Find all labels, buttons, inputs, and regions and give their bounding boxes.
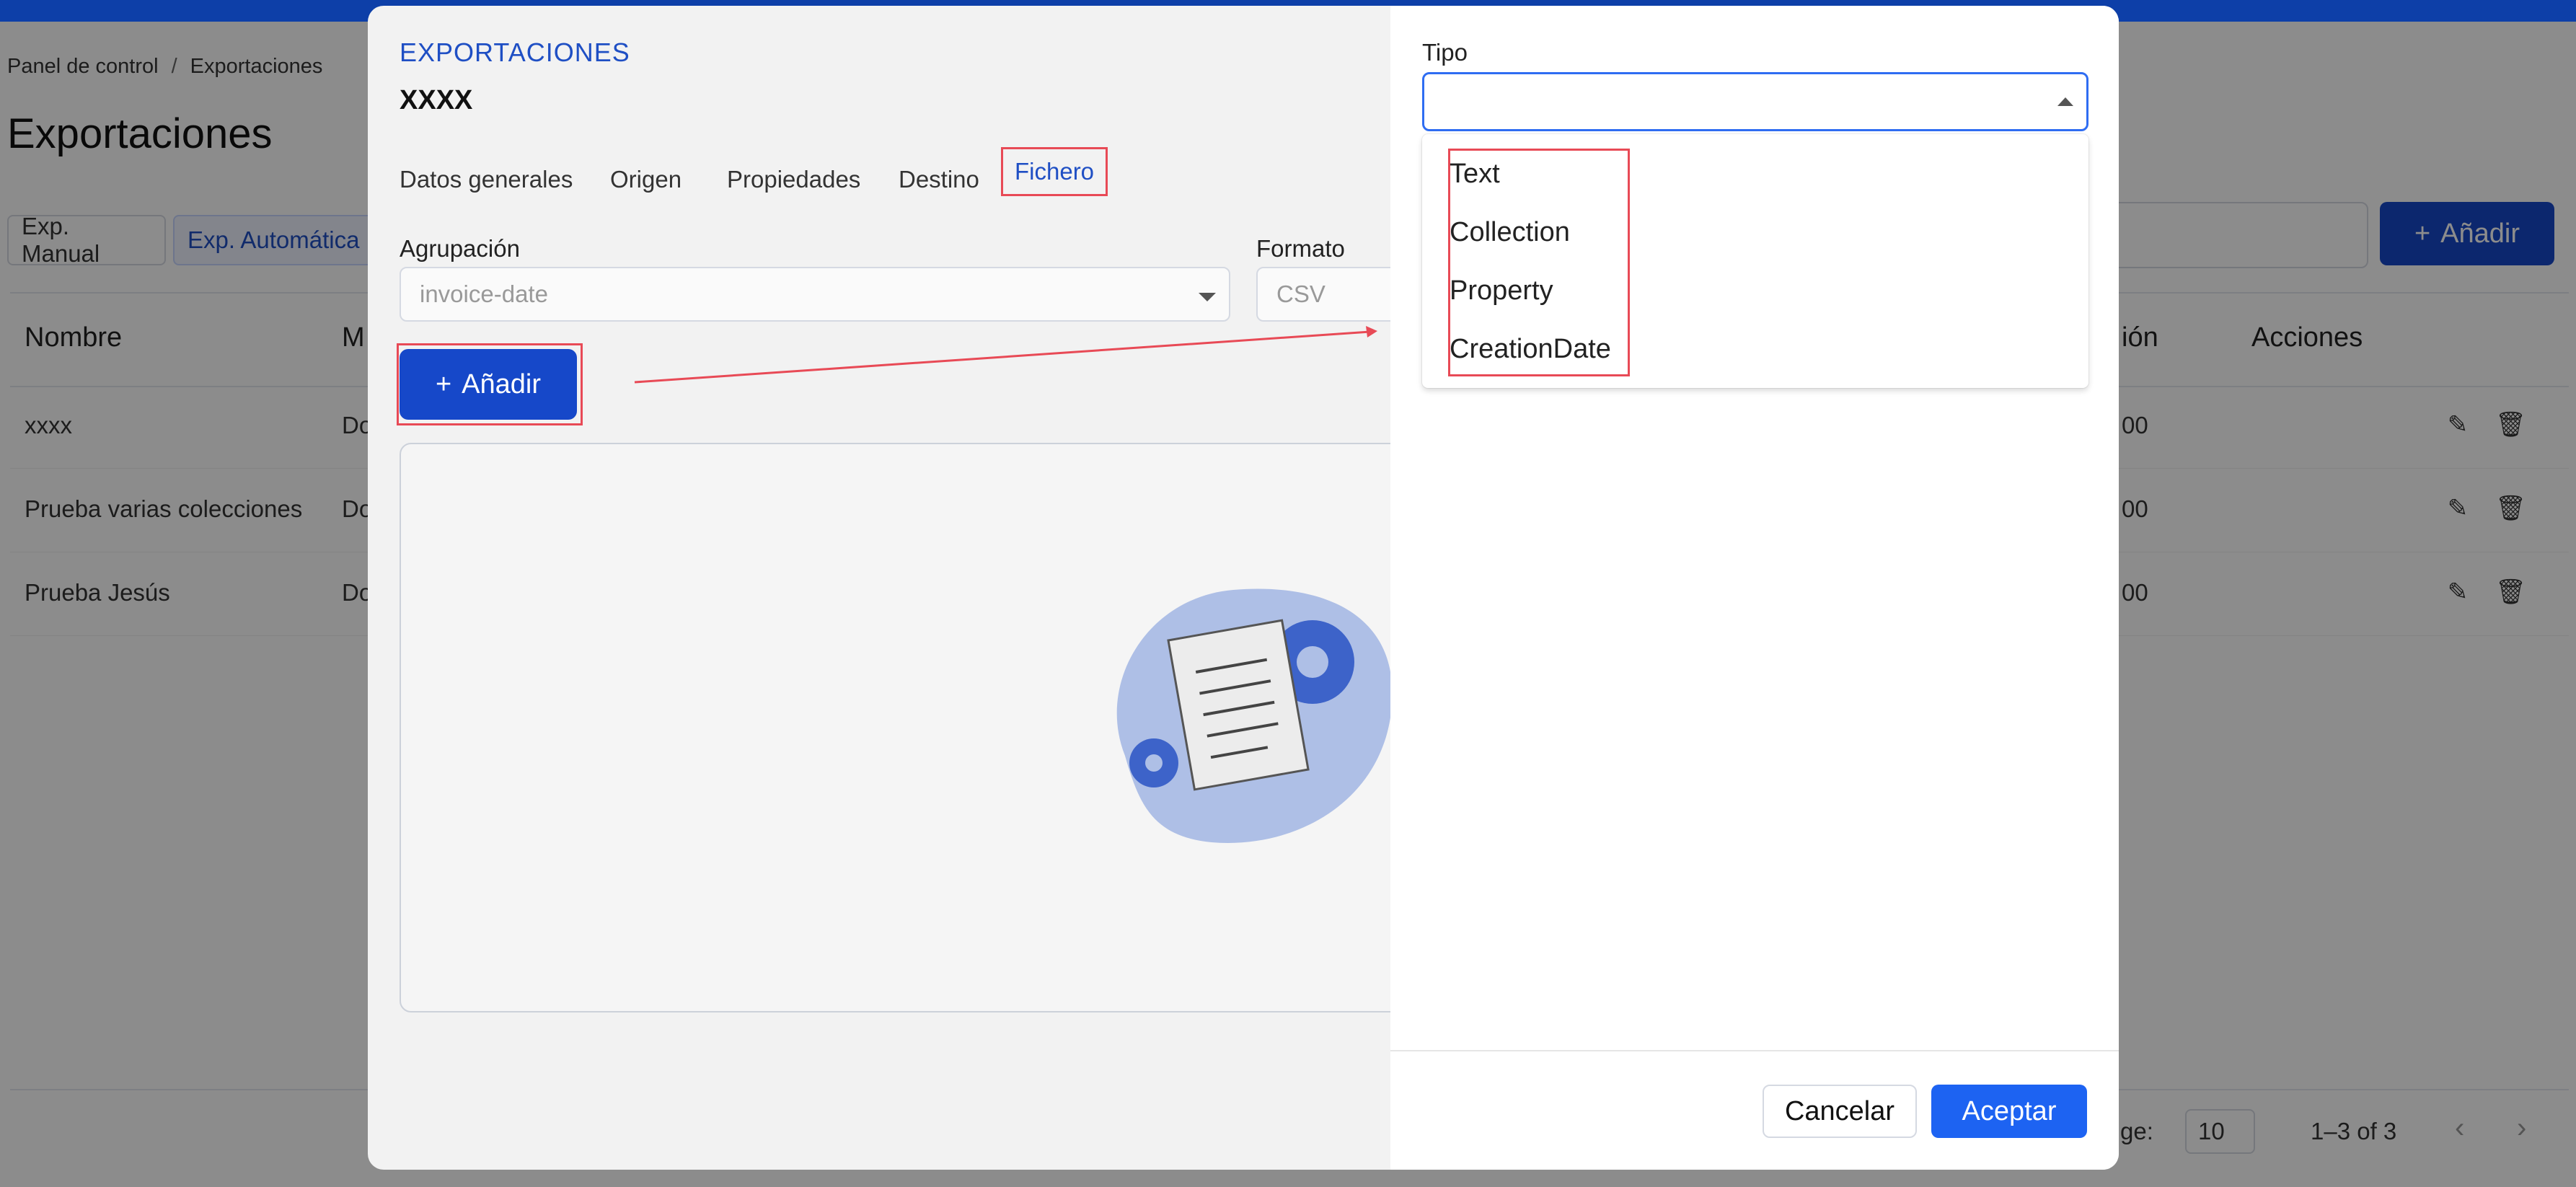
option-text[interactable]: Text — [1450, 159, 1500, 190]
formato-value: CSV — [1276, 281, 1326, 307]
tab-origen[interactable]: Origen — [599, 157, 693, 202]
option-property[interactable]: Property — [1450, 275, 1553, 306]
chevron-down-icon — [1199, 293, 1216, 301]
agrupacion-select[interactable]: invoice-date — [400, 267, 1230, 322]
cancel-button[interactable]: Cancelar — [1763, 1085, 1917, 1138]
empty-state-illustration — [1116, 588, 1393, 843]
option-creationdate[interactable]: CreationDate — [1450, 334, 1611, 365]
tipo-select[interactable] — [1422, 72, 2088, 131]
plus-icon: + — [435, 369, 452, 400]
add-field-button[interactable]: + Añadir — [400, 349, 577, 420]
agrupacion-value: invoice-date — [420, 281, 548, 307]
document-icon — [1167, 619, 1310, 791]
tab-fichero[interactable]: Fichero — [1001, 147, 1108, 196]
modal-export-name: XXXX — [400, 85, 473, 115]
chevron-up-icon — [2057, 97, 2073, 106]
option-collection[interactable]: Collection — [1450, 217, 1570, 248]
small-gear-icon — [1129, 738, 1178, 787]
tab-propiedades[interactable]: Propiedades — [715, 157, 872, 202]
tipo-drawer: Tipo Text Collection Property CreationDa… — [1390, 6, 2119, 1170]
accept-button[interactable]: Aceptar — [1931, 1085, 2087, 1138]
modal-main-panel: EXPORTACIONES XXXX Datos generales Orige… — [368, 6, 1429, 1170]
agrupacion-label: Agrupación — [400, 235, 520, 262]
tab-destino[interactable]: Destino — [887, 157, 991, 202]
drawer-footer-divider — [1390, 1050, 2119, 1051]
tipo-label: Tipo — [1422, 39, 1468, 66]
add-field-label: Añadir — [462, 369, 542, 400]
modal-section-title: EXPORTACIONES — [400, 37, 630, 67]
tab-datos-generales[interactable]: Datos generales — [388, 157, 584, 202]
formato-label: Formato — [1256, 235, 1345, 262]
